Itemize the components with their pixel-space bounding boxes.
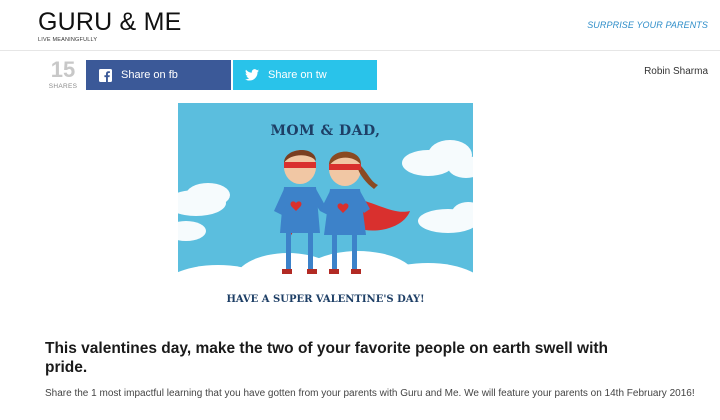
twitter-icon xyxy=(245,68,259,82)
brand-tagline: LIVE MEANINGFULLY xyxy=(38,37,98,43)
article-headline: This valentines day, make the two of you… xyxy=(45,340,609,376)
site-header: GURU & ME LIVE MEANINGFULLY SURPRISE YOU… xyxy=(0,0,720,51)
brand-name: GURU & ME xyxy=(38,8,182,36)
share-twitter-label: Share on tw xyxy=(268,69,327,81)
author-name: Robin Sharma xyxy=(644,66,708,77)
card-bottom-text: HAVE A SUPER VALENTINE'S DAY! xyxy=(226,294,424,305)
share-facebook-label: Share on fb xyxy=(121,69,178,81)
share-count-number: 15 xyxy=(50,57,76,82)
article-body: Share the 1 most impactful learning that… xyxy=(45,388,695,399)
share-twitter-button[interactable]: Share on tw xyxy=(233,60,377,90)
share-counter: 15 SHARES xyxy=(45,57,81,91)
card-top-text: MOM & DAD, xyxy=(270,123,380,139)
surprise-parents-link[interactable]: SURPRISE YOUR PARENTS xyxy=(587,20,708,30)
share-count-label: SHARES xyxy=(48,83,78,90)
facebook-icon xyxy=(98,68,112,82)
brand-logo[interactable]: GURU & ME LIVE MEANINGFULLY xyxy=(38,9,181,44)
valentine-card-image: MOM & DAD, HAVE A SUPER VALENTINE'S DAY! xyxy=(178,103,473,315)
share-facebook-button[interactable]: Share on fb xyxy=(86,60,231,90)
